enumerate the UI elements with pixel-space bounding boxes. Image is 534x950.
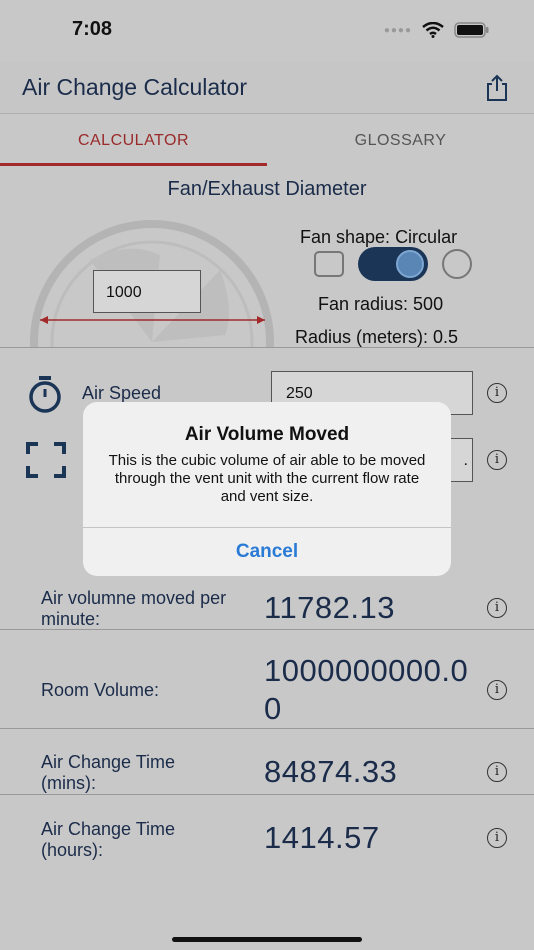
- wifi-icon: [422, 22, 444, 38]
- status-icons: ●●●●: [384, 22, 490, 38]
- divider: [0, 347, 534, 348]
- divider: [0, 794, 534, 795]
- info-icon[interactable]: i: [487, 383, 507, 403]
- tab-bar: CALCULATOR GLOSSARY: [0, 116, 534, 166]
- air-volume-value: 11782.13: [264, 590, 395, 625]
- cancel-button[interactable]: Cancel: [83, 528, 451, 576]
- info-icon[interactable]: i: [487, 828, 507, 848]
- shape-toggle[interactable]: [358, 247, 428, 281]
- share-icon[interactable]: [484, 74, 510, 102]
- fan-radius-text: Fan radius: 500: [318, 294, 444, 314]
- air-speed-label: Air Speed: [82, 383, 162, 403]
- radius-meters-text: Radius (meters): 0.5: [295, 327, 459, 347]
- room-volume-value: 1000000000.00: [264, 653, 469, 726]
- frame-icon: [26, 442, 66, 478]
- square-shape-option[interactable]: [314, 251, 344, 277]
- divider: [0, 728, 534, 729]
- diameter-input[interactable]: 1000: [93, 270, 201, 313]
- toggle-knob: [396, 250, 424, 278]
- stopwatch-icon: [29, 376, 61, 413]
- nav-title: Air Change Calculator: [22, 74, 248, 100]
- fan-shape-selector: [314, 247, 472, 281]
- navigation-bar: Air Change Calculator: [0, 62, 534, 114]
- status-time: 7:08: [72, 18, 113, 40]
- signal-icon: ●●●●: [383, 24, 412, 36]
- fan-shape-label: Fan shape: Circular: [300, 227, 458, 247]
- divider: [0, 629, 534, 630]
- info-icon[interactable]: i: [487, 450, 507, 470]
- change-time-mins-label: Air Change Time (mins):: [41, 752, 176, 793]
- change-time-hours-label: Air Change Time (hours):: [41, 819, 176, 860]
- change-time-hours-value: 1414.57: [264, 820, 380, 855]
- dialog-title: Air Volume Moved: [184, 424, 350, 445]
- air-volume-label: Air volumne moved per minute:: [41, 588, 227, 629]
- alert-dialog: Air Volume Moved This is the cubic volum…: [83, 402, 451, 576]
- circle-shape-option[interactable]: [442, 249, 472, 279]
- tab-calculator[interactable]: CALCULATOR: [0, 116, 267, 166]
- info-icon[interactable]: i: [487, 598, 507, 618]
- tab-glossary[interactable]: GLOSSARY: [267, 116, 534, 166]
- battery-icon: [454, 22, 489, 38]
- room-volume-label: Room Volume:: [41, 680, 160, 700]
- home-indicator[interactable]: [172, 937, 362, 942]
- change-time-mins-value: 84874.33: [264, 754, 398, 789]
- info-icon[interactable]: i: [487, 680, 507, 700]
- section-title: Fan/Exhaust Diameter: [167, 178, 367, 200]
- dialog-message: This is the cubic volume of air able to …: [108, 452, 426, 505]
- info-icon[interactable]: i: [487, 762, 507, 782]
